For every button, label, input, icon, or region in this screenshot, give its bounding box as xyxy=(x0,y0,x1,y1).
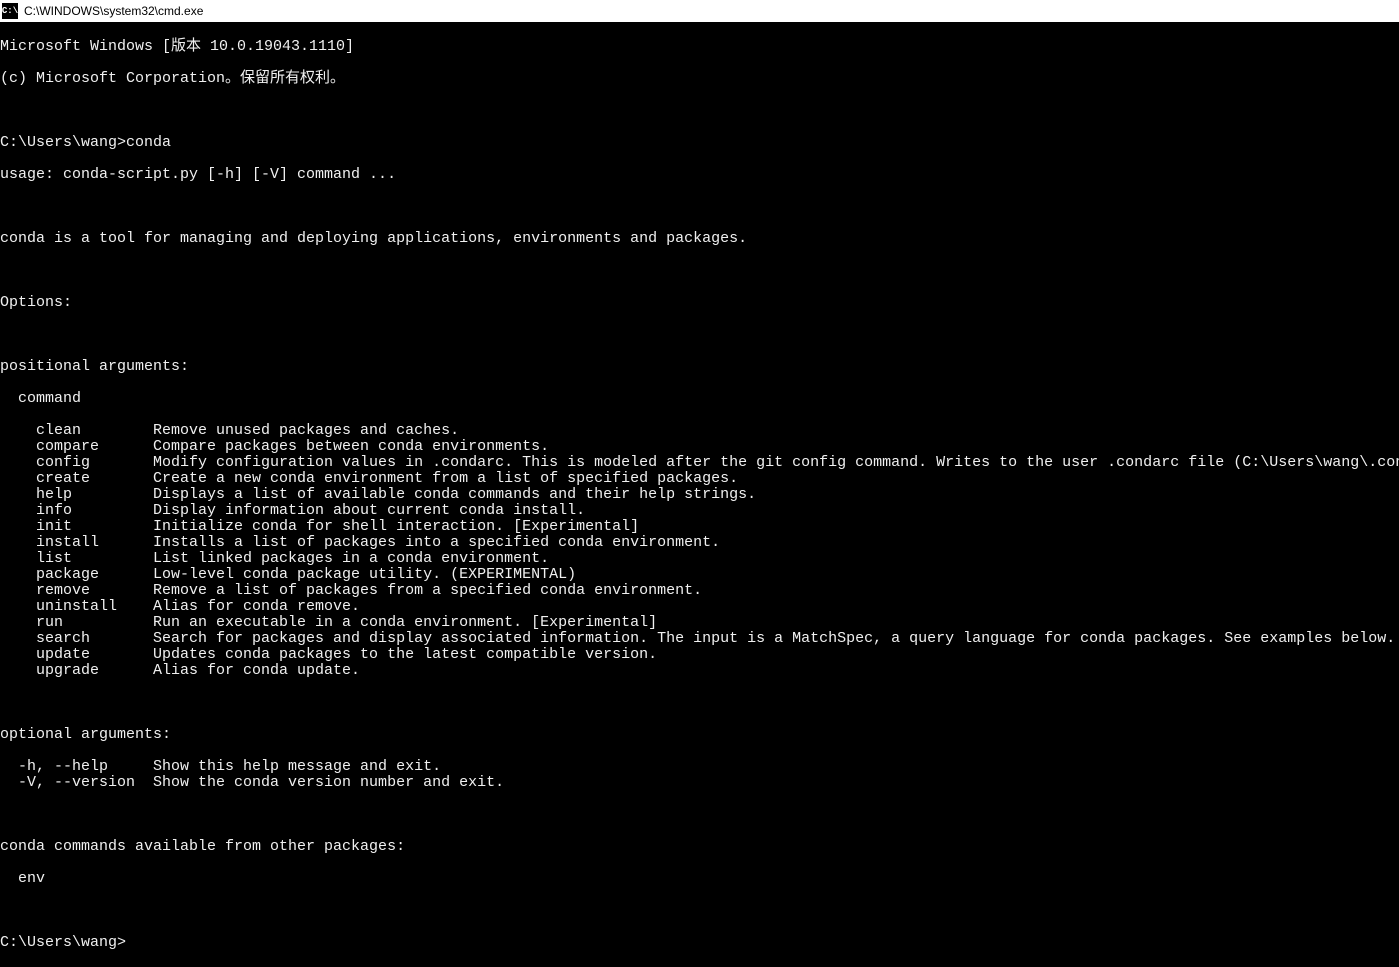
command-row: uninstall Alias for conda remove. xyxy=(0,599,1399,615)
positional-header: positional arguments: xyxy=(0,359,1399,375)
command-row: config Modify configuration values in .c… xyxy=(0,455,1399,471)
prompt-command: C:\Users\wang>conda xyxy=(0,135,1399,151)
command-row: run Run an executable in a conda environ… xyxy=(0,615,1399,631)
command-row: compare Compare packages between conda e… xyxy=(0,439,1399,455)
optional-row: -V, --version Show the conda version num… xyxy=(0,775,1399,791)
command-row: clean Remove unused packages and caches. xyxy=(0,423,1399,439)
blank-line xyxy=(0,807,1399,823)
prompt-cursor: C:\Users\wang> xyxy=(0,935,1399,951)
blank-line xyxy=(0,327,1399,343)
command-row: install Installs a list of packages into… xyxy=(0,535,1399,551)
description-line: conda is a tool for managing and deployi… xyxy=(0,231,1399,247)
windows-version: Microsoft Windows [版本 10.0.19043.1110] xyxy=(0,39,1399,55)
optional-row: -h, --help Show this help message and ex… xyxy=(0,759,1399,775)
command-row: upgrade Alias for conda update. xyxy=(0,663,1399,679)
command-row: create Create a new conda environment fr… xyxy=(0,471,1399,487)
other-packages-item: env xyxy=(0,871,1399,887)
options-header: Options: xyxy=(0,295,1399,311)
terminal-output[interactable]: Microsoft Windows [版本 10.0.19043.1110] (… xyxy=(0,22,1399,967)
windows-copyright: (c) Microsoft Corporation。保留所有权利。 xyxy=(0,71,1399,87)
command-row: update Updates conda packages to the lat… xyxy=(0,647,1399,663)
blank-line xyxy=(0,903,1399,919)
command-row: remove Remove a list of packages from a … xyxy=(0,583,1399,599)
command-row: init Initialize conda for shell interact… xyxy=(0,519,1399,535)
command-row: package Low-level conda package utility.… xyxy=(0,567,1399,583)
blank-line xyxy=(0,103,1399,119)
commands-list: clean Remove unused packages and caches.… xyxy=(0,423,1399,679)
window-title: C:\WINDOWS\system32\cmd.exe xyxy=(24,3,203,19)
cmd-icon: C:\ xyxy=(2,3,18,19)
usage-line: usage: conda-script.py [-h] [-V] command… xyxy=(0,167,1399,183)
blank-line xyxy=(0,695,1399,711)
optional-header: optional arguments: xyxy=(0,727,1399,743)
blank-line xyxy=(0,199,1399,215)
command-row: search Search for packages and display a… xyxy=(0,631,1399,647)
command-row: list List linked packages in a conda env… xyxy=(0,551,1399,567)
optionals-list: -h, --help Show this help message and ex… xyxy=(0,759,1399,791)
title-bar[interactable]: C:\ C:\WINDOWS\system32\cmd.exe xyxy=(0,0,1399,22)
other-packages-header: conda commands available from other pack… xyxy=(0,839,1399,855)
command-row: help Displays a list of available conda … xyxy=(0,487,1399,503)
command-label: command xyxy=(0,391,1399,407)
command-row: info Display information about current c… xyxy=(0,503,1399,519)
blank-line xyxy=(0,263,1399,279)
